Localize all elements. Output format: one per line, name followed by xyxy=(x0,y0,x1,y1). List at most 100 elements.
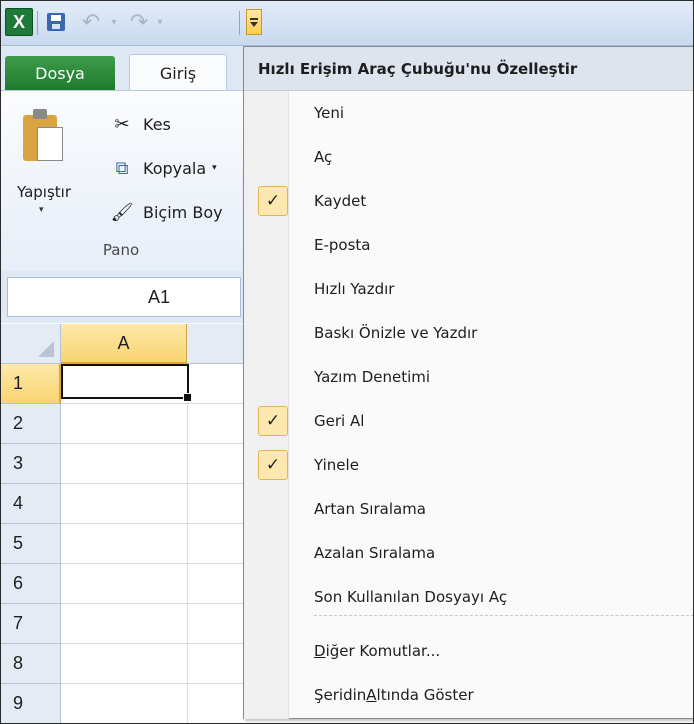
menu-item-label: Şeridin Altında Göster xyxy=(314,673,474,717)
menu-item-label: Baskı Önizle ve Yazdır xyxy=(314,324,478,342)
undo-glyph: ↶ xyxy=(81,9,101,35)
chevron-down-icon xyxy=(250,21,258,27)
row-gridline xyxy=(61,403,247,404)
paste-button[interactable]: Yapıştır xyxy=(1,183,87,201)
menu-separator xyxy=(314,615,693,616)
customize-qat-icon[interactable] xyxy=(246,9,262,35)
row-header-5[interactable]: 5 xyxy=(1,524,61,564)
save-disk-shape xyxy=(47,13,65,31)
fill-handle[interactable] xyxy=(183,393,192,402)
undo-icon[interactable]: ↶ xyxy=(77,7,105,37)
access-key: A xyxy=(366,686,377,704)
column-header-a[interactable]: A xyxy=(61,324,187,364)
menu-item-label: E-posta xyxy=(314,236,371,254)
redo-icon[interactable]: ↷ xyxy=(125,7,153,37)
menu-item-label: Aç xyxy=(314,148,333,166)
excel-window: X ↶ ▾ ↷ ▾ Dosya Giriş Yapıştır ▾ ✂ Kes ⧉ xyxy=(0,0,694,724)
row-gridline xyxy=(61,643,247,644)
menu-item-label: Son Kullanılan Dosyayı Aç xyxy=(314,588,508,606)
row-header-9[interactable]: 9 xyxy=(1,684,61,723)
clipboard-group-label: Pano xyxy=(102,241,140,259)
column-gridline xyxy=(187,364,188,723)
menu-item-label: Diğer Komutlar... xyxy=(314,629,440,673)
undo-dropdown-glyph: ▾ xyxy=(111,16,117,28)
label-part: ltında Göster xyxy=(376,686,474,704)
name-box-value: A1 xyxy=(147,286,170,307)
menu-item[interactable]: Azalan Sıralama xyxy=(244,531,693,575)
redo-dropdown-icon[interactable]: ▾ xyxy=(153,7,167,37)
row-header-7[interactable]: 7 xyxy=(1,604,61,644)
checkmark-icon: ✓ xyxy=(258,186,288,216)
row-gridline xyxy=(61,683,247,684)
menu-item[interactable]: Hızlı Yazdır xyxy=(244,267,693,311)
menu-title: Hızlı Erişim Araç Çubuğu'nu Özelleştir xyxy=(244,47,693,91)
checkmark-icon: ✓ xyxy=(258,450,288,480)
copy-button[interactable]: ⧉ Kopyala ▾ xyxy=(109,155,217,181)
menu-item[interactable]: Son Kullanılan Dosyayı Aç xyxy=(244,575,693,619)
column-header-b[interactable] xyxy=(187,324,247,364)
copy-dropdown-icon[interactable]: ▾ xyxy=(212,163,217,173)
row-gridline xyxy=(61,523,247,524)
clipboard-clip xyxy=(33,109,47,119)
title-bar: X ↶ ▾ ↷ ▾ xyxy=(1,1,693,46)
row-gridline xyxy=(61,563,247,564)
menu-item-label: Kaydet xyxy=(314,192,367,210)
row-header-2[interactable]: 2 xyxy=(1,404,61,444)
row-header-6[interactable]: 6 xyxy=(1,564,61,604)
name-box[interactable]: A1 xyxy=(7,277,241,317)
row-gridline xyxy=(61,483,247,484)
tab-home-label: Giriş xyxy=(159,63,197,83)
menu-item[interactable]: ✓ Geri Al xyxy=(244,399,693,443)
menu-item[interactable]: Baskı Önizle ve Yazdır xyxy=(244,311,693,355)
qat-separator xyxy=(37,11,38,35)
tab-home[interactable]: Giriş xyxy=(129,54,227,91)
menu-item-label: Yeni xyxy=(314,104,345,122)
access-key: D xyxy=(314,642,326,660)
row-gridline xyxy=(61,603,247,604)
row-header-4[interactable]: 4 xyxy=(1,484,61,524)
paste-icon[interactable] xyxy=(23,109,63,161)
menu-item-label: Hızlı Yazdır xyxy=(314,280,395,298)
checkmark-icon: ✓ xyxy=(258,406,288,436)
menu-item[interactable]: E-posta xyxy=(244,223,693,267)
format-painter-label: Biçim Boy xyxy=(143,202,223,222)
row-header-8[interactable]: 8 xyxy=(1,644,61,684)
cut-label: Kes xyxy=(143,114,171,134)
save-icon[interactable] xyxy=(43,7,69,37)
menu-item-show-below-ribbon[interactable]: Şeridin Altında Göster xyxy=(244,673,693,717)
customize-qat-menu: Hızlı Erişim Araç Çubuğu'nu Özelleştir Y… xyxy=(243,46,693,719)
excel-icon-letter: X xyxy=(12,11,25,32)
menu-item-more-commands[interactable]: Diğer Komutlar... xyxy=(244,629,693,673)
redo-dropdown-glyph: ▾ xyxy=(157,16,163,28)
menu-item[interactable]: Aç xyxy=(244,135,693,179)
menu-item-label: Geri Al xyxy=(314,412,365,430)
row-gridline xyxy=(61,443,247,444)
menu-item[interactable]: Artan Sıralama xyxy=(244,487,693,531)
active-cell-a1[interactable] xyxy=(61,364,192,402)
menu-item-label: Yinele xyxy=(314,456,359,474)
menu-item[interactable]: ✓ Yinele xyxy=(244,443,693,487)
paste-dropdown-icon[interactable]: ▾ xyxy=(39,205,44,215)
column-header-label: A xyxy=(117,332,130,353)
menu-item[interactable]: Yeni xyxy=(244,91,693,135)
scissors-icon: ✂ xyxy=(114,113,130,135)
format-painter-icon: 🖌 xyxy=(110,201,134,223)
menu-item-label: Artan Sıralama xyxy=(314,500,426,518)
cut-button[interactable]: ✂ Kes xyxy=(109,111,171,137)
menu-item[interactable]: Yazım Denetimi xyxy=(244,355,693,399)
copy-icon: ⧉ xyxy=(115,157,129,179)
tab-file-label: Dosya xyxy=(35,63,85,83)
clipboard-sheet xyxy=(37,127,63,161)
tab-file[interactable]: Dosya xyxy=(5,56,115,90)
menu-item[interactable]: ✓ Kaydet xyxy=(244,179,693,223)
customize-bar xyxy=(250,17,258,20)
row-header-1[interactable]: 1 xyxy=(1,364,61,404)
copy-label: Kopyala xyxy=(143,158,207,178)
row-header-3[interactable]: 3 xyxy=(1,444,61,484)
excel-icon[interactable]: X xyxy=(5,8,33,36)
menu-item-label: Yazım Denetimi xyxy=(314,368,431,386)
undo-dropdown-icon[interactable]: ▾ xyxy=(107,7,121,37)
format-painter-button[interactable]: 🖌 Biçim Boy xyxy=(109,199,223,225)
select-all-corner[interactable] xyxy=(1,324,61,364)
qat-separator xyxy=(239,11,240,35)
